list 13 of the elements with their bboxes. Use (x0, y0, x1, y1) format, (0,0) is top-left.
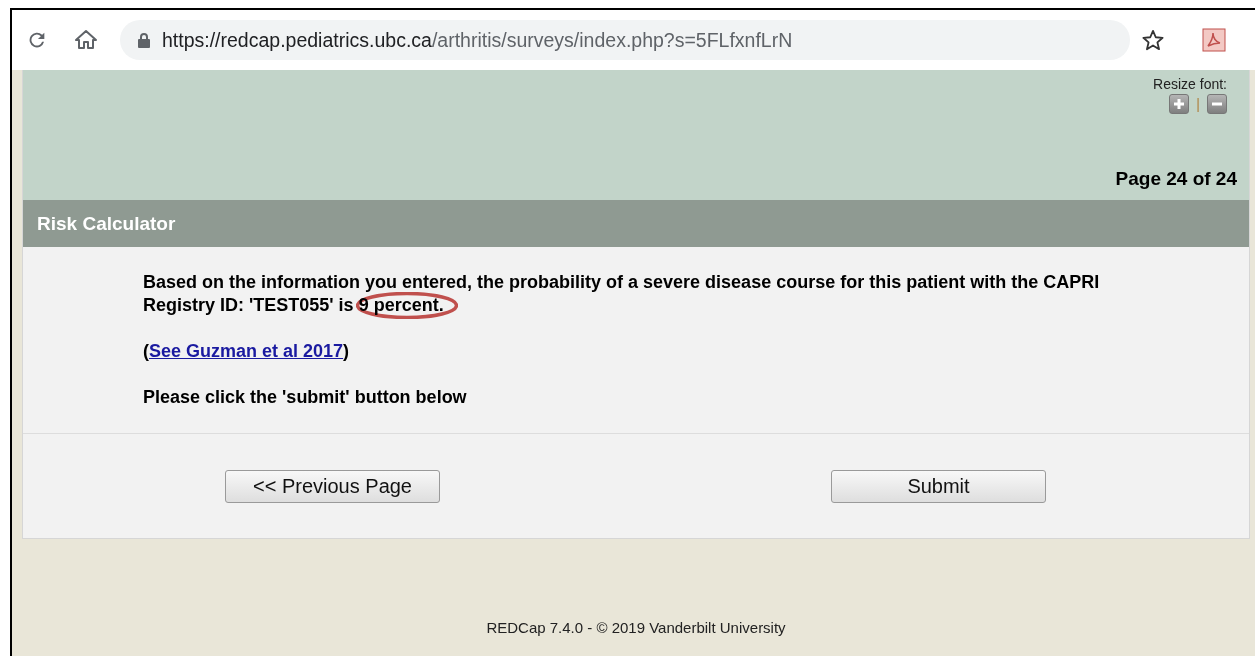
citation-text: (See Guzman et al 2017) (143, 340, 351, 363)
section-header: Risk Calculator (23, 200, 1249, 247)
resize-font-label: Resize font: (1153, 76, 1227, 92)
url-text: https://redcap.pediatrics.ubc.ca/arthritis/surveys/index.php?s=5FLfxnfLrN (162, 28, 793, 52)
separator-text: | (1196, 96, 1200, 112)
submit-button[interactable]: Submit (831, 469, 1046, 503)
result-text: Based on the information you entered, the probability of a severe disease course for this patient with the CAPRI Registry ID: 'TEST055' is 9 percent. (143, 271, 1149, 317)
citation-link[interactable]: See Guzman et al 2017 (149, 341, 344, 361)
footer-text: REDCap 7.4.0 - © 2019 Vanderbilt University (485, 619, 787, 636)
previous-page-button[interactable]: << Previous Page (225, 469, 440, 503)
instruction-text: Please click the 'submit' button below (143, 386, 468, 409)
page-indicator: Page 24 of 24 (1115, 168, 1237, 190)
address-bar[interactable]: https://redcap.pediatrics.ubc.ca/arthritis/surveys/index.php?s=5FLfxnfLrN (120, 20, 1130, 60)
